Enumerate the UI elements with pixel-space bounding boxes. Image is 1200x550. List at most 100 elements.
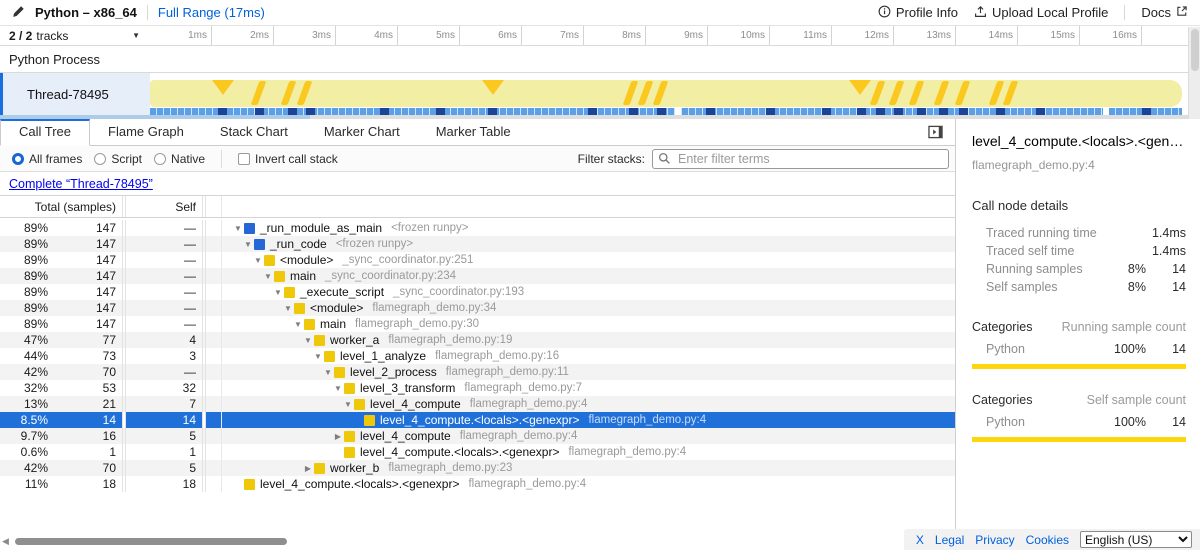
thread-track-label[interactable]: Thread-78495: [0, 73, 150, 115]
timeline-tick: 13ms: [894, 26, 956, 45]
sidebar-category-section: CategoriesRunning sample countPython100%…: [972, 320, 1186, 369]
category-header-kind: Self sample count: [1087, 393, 1186, 407]
detail-label: Running samples: [972, 262, 1102, 276]
total-cell: 89%147: [0, 268, 122, 284]
call-tree-row[interactable]: 89%147—▼mainflamegraph_demo.py:30: [0, 316, 955, 332]
column-header-self[interactable]: Self: [126, 196, 202, 217]
sidebar-toggle-icon[interactable]: [928, 125, 943, 144]
call-tree-row[interactable]: 8.5%1414level_4_compute.<locals>.<genexp…: [0, 412, 955, 428]
dark-sample-segment: [917, 108, 926, 115]
expander-icon[interactable]: ▼: [332, 384, 344, 393]
file-location: flamegraph_demo.py:11: [446, 366, 569, 378]
timeline-ruler[interactable]: 1ms2ms3ms4ms5ms6ms7ms8ms9ms10ms11ms12ms1…: [150, 26, 1200, 45]
tree-cell: ▼main_sync_coordinator.py:234: [222, 268, 955, 284]
full-range-button[interactable]: Full Range (17ms): [158, 5, 265, 20]
language-select[interactable]: English (US): [1080, 531, 1192, 548]
call-tree-row[interactable]: 44%733▼level_1_analyzeflamegraph_demo.py…: [0, 348, 955, 364]
main-panel: Call Tree Flame Graph Stack Chart Marker…: [0, 119, 955, 550]
footer-link[interactable]: Legal: [935, 533, 964, 547]
tab-marker-table[interactable]: Marker Table: [418, 119, 529, 145]
dark-sample-segment: [1036, 108, 1045, 115]
call-tree-row[interactable]: 89%147—▼_run_code<frozen runpy>: [0, 236, 955, 252]
tree-cell: level_4_compute.<locals>.<genexpr>flameg…: [222, 444, 955, 460]
call-tree-row[interactable]: 13%217▼level_4_computeflamegraph_demo.py…: [0, 396, 955, 412]
expander-icon[interactable]: ▶: [332, 432, 344, 441]
timeline-tick: 2ms: [212, 26, 274, 45]
dark-sample-segment: [380, 108, 389, 115]
expander-icon[interactable]: ▼: [232, 224, 244, 233]
dark-sample-segment: [255, 108, 264, 115]
dark-sample-segment: [288, 108, 297, 115]
expander-icon[interactable]: ▼: [252, 256, 264, 265]
column-mini: [206, 236, 222, 252]
timeline-tick: 9ms: [646, 26, 708, 45]
samples-strip[interactable]: [150, 108, 1182, 115]
expander-icon[interactable]: ▼: [282, 304, 294, 313]
expander-icon[interactable]: ▼: [272, 288, 284, 297]
divider: [1124, 5, 1125, 20]
expander-icon[interactable]: ▼: [342, 400, 354, 409]
timeline-vertical-scrollbar[interactable]: [1188, 27, 1200, 119]
radio-native[interactable]: Native: [154, 152, 205, 166]
expander-icon[interactable]: ▼: [262, 272, 274, 281]
category-header-kind: Running sample count: [1062, 320, 1186, 334]
expander-icon[interactable]: ▼: [322, 368, 334, 377]
filter-stacks-input[interactable]: [652, 149, 949, 169]
profile-info-button[interactable]: Profile Info: [878, 5, 958, 21]
expander-icon[interactable]: ▼: [312, 352, 324, 361]
track-thread[interactable]: Thread-78495: [0, 73, 1200, 115]
tab-call-tree[interactable]: Call Tree: [0, 119, 90, 146]
call-tree-row[interactable]: 11%1818level_4_compute.<locals>.<genexpr…: [0, 476, 955, 492]
function-name: worker_b: [330, 461, 379, 475]
footer-close-button[interactable]: X: [916, 533, 924, 547]
profile-name[interactable]: Python – x86_64: [35, 5, 137, 20]
tab-marker-chart[interactable]: Marker Chart: [306, 119, 418, 145]
expander-icon[interactable]: ▼: [302, 336, 314, 345]
expander-icon[interactable]: ▼: [292, 320, 304, 329]
call-tree-row[interactable]: 89%147—▼<module>_sync_coordinator.py:251: [0, 252, 955, 268]
call-tree-row[interactable]: 0.6%11level_4_compute.<locals>.<genexpr>…: [0, 444, 955, 460]
thread-track-visualization[interactable]: [150, 73, 1200, 115]
scroll-left-icon[interactable]: ◀: [2, 536, 9, 547]
call-tree-row[interactable]: 32%5332▼level_3_transformflamegraph_demo…: [0, 380, 955, 396]
call-tree-row[interactable]: 89%147—▼main_sync_coordinator.py:234: [0, 268, 955, 284]
function-name: level_4_compute.<locals>.<genexpr>: [380, 413, 579, 427]
call-tree-scrollbar-thumb[interactable]: [15, 538, 287, 545]
tab-stack-chart[interactable]: Stack Chart: [202, 119, 306, 145]
edit-pencil-icon[interactable]: [12, 5, 25, 21]
radio-script[interactable]: Script: [94, 152, 142, 166]
footer-link[interactable]: Cookies: [1026, 533, 1069, 547]
invert-call-stack-checkbox[interactable]: Invert call stack: [238, 152, 338, 166]
expander-icon[interactable]: ▼: [242, 240, 254, 249]
tracks-visibility-dropdown[interactable]: 2 / 2 tracks ▼: [0, 26, 150, 45]
category-color-icon: [324, 351, 335, 362]
call-tree-row[interactable]: 89%147—▼<module>flamegraph_demo.py:34: [0, 300, 955, 316]
gc-marker-slash-icon: [934, 81, 950, 105]
category-color-icon: [284, 287, 295, 298]
call-tree-horizontal-scrollbar[interactable]: ◀: [2, 536, 287, 547]
upload-profile-button[interactable]: Upload Local Profile: [974, 5, 1108, 21]
dark-sample-segment: [959, 108, 968, 115]
file-location: _sync_coordinator.py:193: [393, 286, 524, 298]
file-location: flamegraph_demo.py:7: [464, 382, 582, 394]
call-tree-row[interactable]: 47%774▼worker_aflamegraph_demo.py:19: [0, 332, 955, 348]
expander-icon[interactable]: ▶: [302, 464, 314, 473]
activity-graph[interactable]: [150, 80, 1182, 107]
footer-link[interactable]: Privacy: [975, 533, 1014, 547]
tab-flame-graph[interactable]: Flame Graph: [90, 119, 202, 145]
total-samples: 77: [48, 333, 122, 347]
timeline-vscroll-thumb[interactable]: [1191, 29, 1199, 71]
category-header-label: Categories: [972, 393, 1087, 407]
track-python-process[interactable]: Python Process: [0, 46, 1200, 73]
call-tree-row[interactable]: 89%147—▼_execute_script_sync_coordinator…: [0, 284, 955, 300]
docs-link[interactable]: Docs: [1141, 5, 1188, 20]
call-tree-row[interactable]: 89%147—▼_run_module_as_main<frozen runpy…: [0, 220, 955, 236]
self-cell: —: [126, 252, 202, 268]
radio-all-frames[interactable]: All frames: [12, 152, 82, 166]
column-header-total[interactable]: Total (samples): [0, 196, 122, 217]
call-tree-row[interactable]: 42%70—▼level_2_processflamegraph_demo.py…: [0, 364, 955, 380]
breadcrumb-complete-thread[interactable]: Complete “Thread-78495”: [9, 177, 153, 191]
call-tree-row[interactable]: 42%705▶worker_bflamegraph_demo.py:23: [0, 460, 955, 476]
call-tree-row[interactable]: 9.7%165▶level_4_computeflamegraph_demo.p…: [0, 428, 955, 444]
total-samples: 147: [48, 317, 122, 331]
